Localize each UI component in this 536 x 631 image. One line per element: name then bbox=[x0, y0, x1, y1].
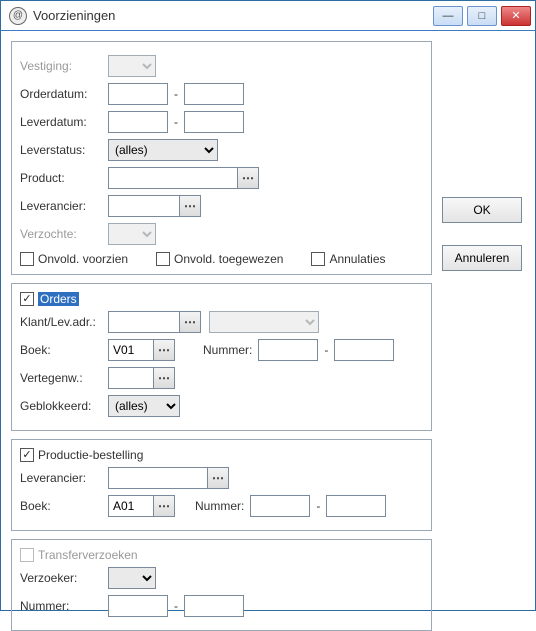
onvold-toegewezen-checkbox[interactable]: Onvold. toegewezen bbox=[156, 252, 283, 266]
onvold-voorzien-label: Onvold. voorzien bbox=[38, 252, 128, 266]
checkbox-icon bbox=[311, 252, 325, 266]
orders-panel: Orders Klant/Lev.adr.: ⋯ Boek: ⋯ Nummer: bbox=[11, 283, 432, 431]
klantlevadr-label: Klant/Lev.adr.: bbox=[20, 315, 108, 329]
checkbox-icon bbox=[20, 292, 34, 306]
app-icon: @ bbox=[9, 7, 27, 25]
product-pick-button[interactable]: ⋯ bbox=[237, 167, 259, 189]
orders-boek-input[interactable] bbox=[108, 339, 154, 361]
client-area: Vestiging: Orderdatum: - Leverdatum: - L… bbox=[1, 31, 535, 610]
orderdatum-to-input[interactable] bbox=[184, 83, 244, 105]
ellipsis-icon: ⋯ bbox=[212, 471, 224, 485]
leverstatus-label: Leverstatus: bbox=[20, 143, 108, 157]
productie-nummer-to-input[interactable] bbox=[326, 495, 386, 517]
minimize-button[interactable]: — bbox=[433, 6, 463, 26]
orderdatum-from-input[interactable] bbox=[108, 83, 168, 105]
window: @ Voorzieningen — □ ✕ Vestiging: Orderda… bbox=[0, 0, 536, 611]
orders-nummer-to-input[interactable] bbox=[334, 339, 394, 361]
productie-boek-label: Boek: bbox=[20, 499, 108, 513]
annulaties-checkbox[interactable]: Annulaties bbox=[311, 252, 385, 266]
ellipsis-icon: ⋯ bbox=[184, 315, 196, 329]
ellipsis-icon: ⋯ bbox=[184, 199, 196, 213]
klantlevadr-input[interactable] bbox=[108, 311, 180, 333]
productie-nummer-label: Nummer: bbox=[195, 499, 244, 513]
transfer-nummer-from-input[interactable] bbox=[108, 595, 168, 617]
geblokkeerd-select[interactable]: (alles) bbox=[108, 395, 180, 417]
titlebar: @ Voorzieningen — □ ✕ bbox=[1, 1, 535, 31]
vertegenw-pick-button[interactable]: ⋯ bbox=[153, 367, 175, 389]
leverancier-input[interactable] bbox=[108, 195, 180, 217]
ellipsis-icon: ⋯ bbox=[242, 171, 254, 185]
klantlevadr-pick-button[interactable]: ⋯ bbox=[179, 311, 201, 333]
orders-boek-pick-button[interactable]: ⋯ bbox=[153, 339, 175, 361]
orders-nummer-from-input[interactable] bbox=[258, 339, 318, 361]
transfer-panel: Transferverzoeken Verzoeker: Nummer: - bbox=[11, 539, 432, 631]
maximize-button[interactable]: □ bbox=[467, 6, 497, 26]
range-dash: - bbox=[174, 115, 178, 129]
close-button[interactable]: ✕ bbox=[501, 6, 531, 26]
productie-leverancier-pick-button[interactable]: ⋯ bbox=[207, 467, 229, 489]
vestiging-label: Vestiging: bbox=[20, 59, 108, 73]
productie-boek-pick-button[interactable]: ⋯ bbox=[153, 495, 175, 517]
verzoeker-label: Verzoeker: bbox=[20, 571, 108, 585]
checkbox-icon bbox=[156, 252, 170, 266]
checkbox-icon bbox=[20, 448, 34, 462]
vertegenw-label: Vertegenw.: bbox=[20, 371, 108, 385]
vestiging-select bbox=[108, 55, 156, 77]
product-label: Product: bbox=[20, 171, 108, 185]
orders-boek-label: Boek: bbox=[20, 343, 108, 357]
cancel-button[interactable]: Annuleren bbox=[442, 245, 522, 271]
leverancier-label: Leverancier: bbox=[20, 199, 108, 213]
filters-panel: Vestiging: Orderdatum: - Leverdatum: - L… bbox=[11, 41, 432, 275]
product-input[interactable] bbox=[108, 167, 238, 189]
transfer-nummer-to-input[interactable] bbox=[184, 595, 244, 617]
onvold-toegewezen-label: Onvold. toegewezen bbox=[174, 252, 283, 266]
productie-nummer-from-input[interactable] bbox=[250, 495, 310, 517]
ok-button[interactable]: OK bbox=[442, 197, 522, 223]
ellipsis-icon: ⋯ bbox=[158, 343, 170, 357]
checkbox-icon bbox=[20, 548, 34, 562]
annulaties-label: Annulaties bbox=[329, 252, 385, 266]
leverdatum-from-input[interactable] bbox=[108, 111, 168, 133]
productie-boek-input[interactable] bbox=[108, 495, 154, 517]
orderdatum-label: Orderdatum: bbox=[20, 87, 108, 101]
transfer-title: Transferverzoeken bbox=[38, 548, 138, 562]
range-dash: - bbox=[324, 343, 328, 357]
orders-nummer-label: Nummer: bbox=[203, 343, 252, 357]
leverdatum-label: Leverdatum: bbox=[20, 115, 108, 129]
orders-title: Orders bbox=[38, 292, 79, 306]
leverancier-pick-button[interactable]: ⋯ bbox=[179, 195, 201, 217]
range-dash: - bbox=[174, 87, 178, 101]
verzoeker-select[interactable] bbox=[108, 567, 156, 589]
leverstatus-select[interactable]: (alles) bbox=[108, 139, 218, 161]
window-title: Voorzieningen bbox=[33, 8, 433, 23]
ellipsis-icon: ⋯ bbox=[158, 371, 170, 385]
orders-toggle-checkbox[interactable] bbox=[20, 292, 34, 306]
maximize-icon: □ bbox=[479, 10, 486, 22]
range-dash: - bbox=[316, 499, 320, 513]
minimize-icon: — bbox=[443, 10, 454, 22]
productie-title: Productie-bestelling bbox=[38, 448, 143, 462]
vertegenw-input[interactable] bbox=[108, 367, 154, 389]
ellipsis-icon: ⋯ bbox=[158, 499, 170, 513]
klantlevadr-extra-select bbox=[209, 311, 319, 333]
leverdatum-to-input[interactable] bbox=[184, 111, 244, 133]
productie-leverancier-label: Leverancier: bbox=[20, 471, 108, 485]
productie-leverancier-input[interactable] bbox=[108, 467, 208, 489]
productie-panel: Productie-bestelling Leverancier: ⋯ Boek… bbox=[11, 439, 432, 531]
checkbox-icon bbox=[20, 252, 34, 266]
verzochte-label: Verzochte: bbox=[20, 227, 108, 241]
productie-toggle-checkbox[interactable] bbox=[20, 448, 34, 462]
onvold-voorzien-checkbox[interactable]: Onvold. voorzien bbox=[20, 252, 128, 266]
close-icon: ✕ bbox=[511, 9, 520, 22]
verzochte-select bbox=[108, 223, 156, 245]
geblokkeerd-label: Geblokkeerd: bbox=[20, 399, 108, 413]
transfer-toggle-checkbox[interactable] bbox=[20, 548, 34, 562]
